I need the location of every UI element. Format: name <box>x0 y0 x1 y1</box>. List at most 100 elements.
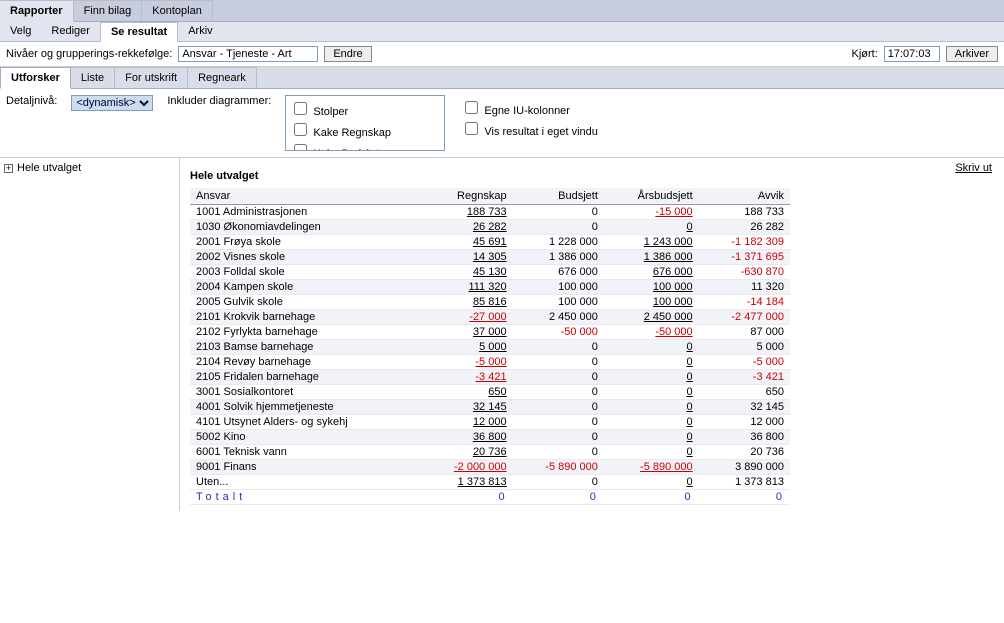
detaljniva-select[interactable]: <dynamisk> <box>71 95 153 111</box>
table-row[interactable]: 4001 Solvik hjemmetjeneste32 1450032 145 <box>190 400 790 415</box>
grouping-input[interactable] <box>178 46 318 62</box>
cell-regnskap[interactable]: 26 282 <box>421 220 512 235</box>
tab-rediger[interactable]: Rediger <box>41 22 100 41</box>
cell-aarsbudsjett[interactable]: 2 450 000 <box>604 310 699 325</box>
expand-icon[interactable]: + <box>4 164 13 173</box>
cell-regnskap[interactable]: 37 000 <box>421 325 512 340</box>
cell-aarsbudsjett[interactable]: 0 <box>604 355 699 370</box>
col-ansvar[interactable]: Ansvar <box>190 188 421 205</box>
cell-regnskap[interactable]: 36 800 <box>421 430 512 445</box>
cell-regnskap[interactable]: 1 373 813 <box>421 475 512 490</box>
total-regnskap: 0 <box>421 490 512 505</box>
col-aarsbudsjett[interactable]: Årsbudsjett <box>604 188 699 205</box>
cell-aarsbudsjett[interactable]: 0 <box>604 385 699 400</box>
table-row[interactable]: 2104 Revøy barnehage-5 00000-5 000 <box>190 355 790 370</box>
cell-avvik: 650 <box>699 385 790 400</box>
print-link[interactable]: Skriv ut <box>955 162 992 174</box>
table-row[interactable]: 9001 Finans-2 000 000-5 890 000-5 890 00… <box>190 460 790 475</box>
cell-aarsbudsjett[interactable]: 100 000 <box>604 280 699 295</box>
diagram-checklist[interactable]: Stolper Kake Regnskap Kake Budsjett <box>285 95 445 151</box>
cell-aarsbudsjett[interactable]: 0 <box>604 400 699 415</box>
table-row[interactable]: 1030 Økonomiavdelingen26 2820026 282 <box>190 220 790 235</box>
cell-aarsbudsjett[interactable]: 1 386 000 <box>604 250 699 265</box>
cell-aarsbudsjett[interactable]: -15 000 <box>604 205 699 220</box>
cell-aarsbudsjett[interactable]: 0 <box>604 220 699 235</box>
check-kake-regnskap[interactable] <box>294 123 307 136</box>
table-row[interactable]: 6001 Teknisk vann20 7360020 736 <box>190 445 790 460</box>
cell-ansvar: 2002 Visnes skole <box>190 250 421 265</box>
table-row[interactable]: 2101 Krokvik barnehage-27 0002 450 0002 … <box>190 310 790 325</box>
cell-regnskap[interactable]: 12 000 <box>421 415 512 430</box>
table-row[interactable]: 2002 Visnes skole14 3051 386 0001 386 00… <box>190 250 790 265</box>
check-stolper[interactable] <box>294 102 307 115</box>
total-avvik: 0 <box>699 490 790 505</box>
tab-regneark[interactable]: Regneark <box>188 67 257 88</box>
table-row[interactable]: 1001 Administrasjonen188 7330-15 000188 … <box>190 205 790 220</box>
cell-aarsbudsjett[interactable]: 100 000 <box>604 295 699 310</box>
cell-aarsbudsjett[interactable]: 0 <box>604 430 699 445</box>
cell-budsjett: 1 386 000 <box>513 250 604 265</box>
cell-regnskap[interactable]: -27 000 <box>421 310 512 325</box>
table-row[interactable]: 2102 Fyrlykta barnehage37 000-50 000-50 … <box>190 325 790 340</box>
table-row[interactable]: 2001 Frøya skole45 6911 228 0001 243 000… <box>190 235 790 250</box>
cell-regnskap[interactable]: 20 736 <box>421 445 512 460</box>
cell-regnskap[interactable]: -2 000 000 <box>421 460 512 475</box>
cell-regnskap[interactable]: 45 130 <box>421 265 512 280</box>
cell-aarsbudsjett[interactable]: 0 <box>604 415 699 430</box>
cell-regnskap[interactable]: 188 733 <box>421 205 512 220</box>
tab-se-resultat[interactable]: Se resultat <box>100 22 178 42</box>
table-row[interactable]: 2105 Fridalen barnehage-3 42100-3 421 <box>190 370 790 385</box>
tab-liste[interactable]: Liste <box>71 67 115 88</box>
table-row[interactable]: Uten...1 373 813001 373 813 <box>190 475 790 490</box>
cell-aarsbudsjett[interactable]: -5 890 000 <box>604 460 699 475</box>
tab-velg[interactable]: Velg <box>0 22 41 41</box>
cell-aarsbudsjett[interactable]: 1 243 000 <box>604 235 699 250</box>
check-kake-budsjett[interactable] <box>294 144 307 151</box>
cell-regnskap[interactable]: 85 816 <box>421 295 512 310</box>
tab-kontoplan[interactable]: Kontoplan <box>142 0 213 21</box>
tab-utforsker[interactable]: Utforsker <box>0 67 71 89</box>
cell-avvik: -5 000 <box>699 355 790 370</box>
cell-aarsbudsjett[interactable]: 0 <box>604 475 699 490</box>
cell-regnskap[interactable]: 5 000 <box>421 340 512 355</box>
table-row[interactable]: 2005 Gulvik skole85 816100 000100 000-14… <box>190 295 790 310</box>
endre-button[interactable]: Endre <box>324 46 371 62</box>
cell-regnskap[interactable]: -3 421 <box>421 370 512 385</box>
table-row[interactable]: 2004 Kampen skole111 320100 000100 00011… <box>190 280 790 295</box>
cell-regnskap[interactable]: 650 <box>421 385 512 400</box>
tab-arkiv[interactable]: Arkiv <box>178 22 222 41</box>
cell-aarsbudsjett[interactable]: 676 000 <box>604 265 699 280</box>
cell-avvik: 3 890 000 <box>699 460 790 475</box>
table-row[interactable]: 5002 Kino36 8000036 800 <box>190 430 790 445</box>
tab-for-utskrift[interactable]: For utskrift <box>115 67 188 88</box>
col-budsjett[interactable]: Budsjett <box>513 188 604 205</box>
cell-regnskap[interactable]: 45 691 <box>421 235 512 250</box>
cell-regnskap[interactable]: 32 145 <box>421 400 512 415</box>
cell-ansvar: 2103 Bamse barnehage <box>190 340 421 355</box>
cell-regnskap[interactable]: 111 320 <box>421 280 512 295</box>
table-row[interactable]: 3001 Sosialkontoret65000650 <box>190 385 790 400</box>
table-row[interactable]: 4101 Utsynet Alders- og sykehj12 0000012… <box>190 415 790 430</box>
table-row[interactable]: 2103 Bamse barnehage5 000005 000 <box>190 340 790 355</box>
cell-avvik: -14 184 <box>699 295 790 310</box>
data-table: Ansvar Regnskap Budsjett Årsbudsjett Avv… <box>190 188 790 505</box>
cell-budsjett: 100 000 <box>513 295 604 310</box>
cell-aarsbudsjett[interactable]: 0 <box>604 340 699 355</box>
detaljniva-label: Detaljnivå: <box>6 95 57 107</box>
table-row[interactable]: 2003 Folldal skole45 130676 000676 000-6… <box>190 265 790 280</box>
tab-finn-bilag[interactable]: Finn bilag <box>74 0 143 21</box>
cell-aarsbudsjett[interactable]: -50 000 <box>604 325 699 340</box>
check-vis-eget-vindu[interactable] <box>465 122 478 135</box>
col-regnskap[interactable]: Regnskap <box>421 188 512 205</box>
tree-item-hele-utvalget[interactable]: + Hele utvalget <box>4 162 175 174</box>
tab-rapporter[interactable]: Rapporter <box>0 0 74 22</box>
cell-regnskap[interactable]: -5 000 <box>421 355 512 370</box>
check-egne-iu[interactable] <box>465 101 478 114</box>
cell-aarsbudsjett[interactable]: 0 <box>604 370 699 385</box>
arkiver-button[interactable]: Arkiver <box>946 46 998 62</box>
section-title: Hele utvalget <box>190 170 994 182</box>
cell-aarsbudsjett[interactable]: 0 <box>604 445 699 460</box>
cell-ansvar: 2105 Fridalen barnehage <box>190 370 421 385</box>
col-avvik[interactable]: Avvik <box>699 188 790 205</box>
cell-regnskap[interactable]: 14 305 <box>421 250 512 265</box>
